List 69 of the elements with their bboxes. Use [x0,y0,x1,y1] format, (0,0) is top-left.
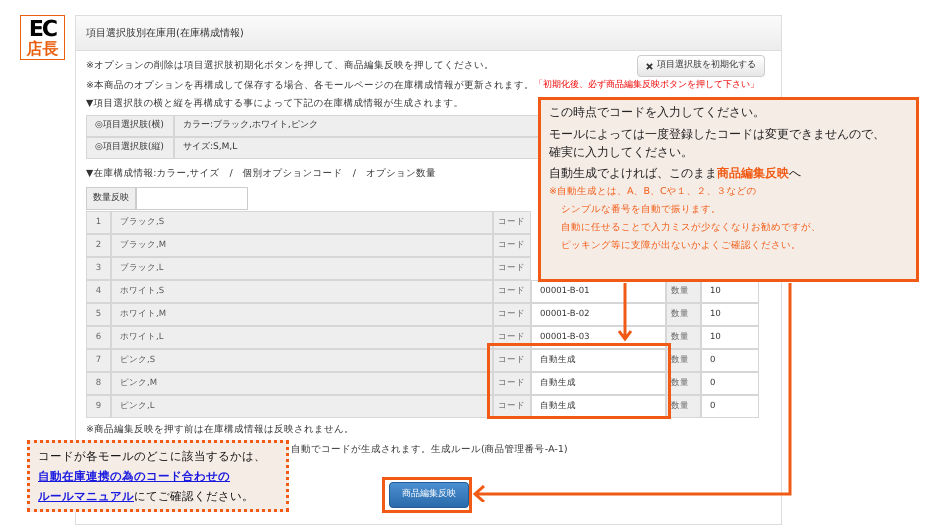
option-name: ピンク,M [111,372,493,395]
manual-link[interactable]: ルールマニュアル [38,486,134,506]
code-field[interactable]: 00001-B-02 [531,303,666,326]
qty-input[interactable] [136,187,248,210]
qty-label: 数量 [666,395,701,418]
callout-text: コードが各モールのどこに該当するかは、 [38,448,266,465]
row-number: 7 [86,349,111,372]
qty-label: 数量 [666,326,701,349]
code-label: コード [493,211,531,234]
logo-text: EC [28,18,56,40]
code-label: コード [493,395,531,418]
row-number: 5 [86,303,111,326]
qty-apply-button[interactable]: 数量反映 [86,187,136,210]
code-label: コード [493,280,531,303]
qty-label: 数量 [666,372,701,395]
close-icon [646,62,653,70]
qty-field[interactable]: 0 [701,395,759,418]
code-field[interactable]: 自動生成 [531,372,666,395]
option-name: ホワイト,S [111,280,493,303]
panel-title: 項目選択肢別在庫用(在庫構成情報) [86,26,244,40]
option-name: ブラック,L [111,257,493,280]
section-heading: ▼在庫構成情報:カラー,サイズ / 個別オプションコード / オプション数量 [86,167,436,182]
code-label: コード [493,234,531,257]
row-number: 4 [86,280,111,303]
manual-link[interactable]: 自動在庫連携の為のコード合わせの [38,466,230,486]
callout-note: シンプルな番号を自動で振ります。 [560,203,721,217]
note-text: 自動でコードが生成されます。生成ルール(商品管理番号-A-1) [291,442,568,457]
code-field[interactable]: 自動生成 [531,395,666,418]
callout-note: ※自動生成とは、A、B、Cや１、２、３などの [549,185,757,199]
callout-note: ピッキング等に支障が出ないかよくご確認ください。 [560,239,801,253]
code-label: コード [493,257,531,280]
option-name: ホワイト,M [111,303,493,326]
row-number: 8 [86,372,111,395]
callout-text: 自動生成でよければ、このまま商品編集反映へ [549,165,801,182]
qty-field[interactable]: 0 [701,372,759,395]
qty-label: 数量 [666,349,701,372]
logo-text: 店長 [26,40,58,56]
option-name: ブラック,M [111,234,493,257]
reset-button[interactable]: 項目選択肢を初期化する [637,55,765,77]
note-text: ※商品編集反映を押す前は在庫構成情報は反映されません。 [86,422,354,437]
callout-text: にてご確認ください。 [134,488,254,505]
row-number: 2 [86,234,111,257]
option-name: ピンク,S [111,349,493,372]
code-label: コード [493,303,531,326]
option-name: ホワイト,L [111,326,493,349]
option-label: ◎項目選択肢(横) [86,115,174,137]
qty-field[interactable]: 10 [701,303,759,326]
row-number: 1 [86,211,111,234]
code-label: コード [493,349,531,372]
code-field[interactable]: 00001-B-01 [531,280,666,303]
qty-label: 数量 [666,280,701,303]
code-label: コード [493,372,531,395]
callout-note: 自動に任せることで入力ミスが少なくなりお勧めですが、 [560,221,821,235]
option-label: ◎項目選択肢(縦) [86,137,174,159]
row-number: 6 [86,326,111,349]
qty-field[interactable]: 10 [701,280,759,303]
row-number: 3 [86,257,111,280]
note-text: ▼項目選択肢の横と縦を再構成する事によって下記の在庫構成情報が生成されます。 [86,96,464,111]
row-number: 9 [86,395,111,418]
option-name: ブラック,S [111,211,493,234]
note-text: ※本商品のオプションを再構成して保存する場合、各モールページの在庫構成情報が更新されます。 [86,78,534,93]
submit-button[interactable]: 商品編集反映 [389,482,469,508]
warning-text: 「初期化後、必ず商品編集反映ボタンを押して下さい」 [534,79,759,92]
qty-field[interactable]: 10 [701,326,759,349]
note-text: ※オプションの削除は項目選択肢初期化ボタンを押して、商品編集反映を押してください。 [86,58,494,73]
code-field[interactable]: 自動生成 [531,349,666,372]
option-name: ピンク,L [111,395,493,418]
qty-label: 数量 [666,303,701,326]
qty-field[interactable]: 0 [701,349,759,372]
